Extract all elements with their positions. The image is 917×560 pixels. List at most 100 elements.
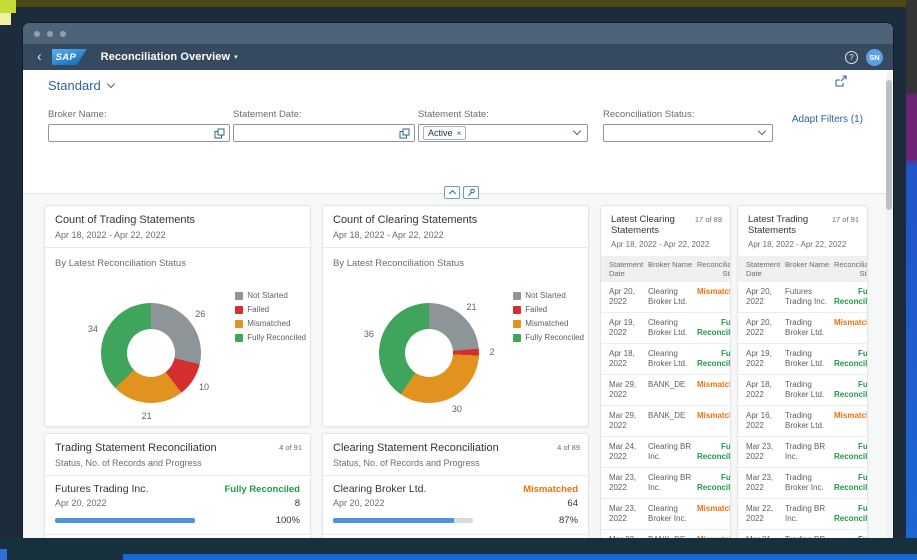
variant-selector[interactable]: Standard — [48, 78, 114, 93]
reconciliation-list-item[interactable]: Clearing Broker Ltd.MismatchedApr 20, 20… — [323, 476, 588, 535]
statement-row[interactable]: Mar 23, 2022Clearing BR Inc.Fully Reconc… — [601, 468, 730, 499]
broker-name-cell: Clearing Broker Inc. — [648, 504, 694, 524]
chart-legend: Not StartedFailedMismatchedFully Reconci… — [235, 291, 306, 347]
card-clearing-statement-reconciliation[interactable]: Clearing Statement Reconciliation 4 of 8… — [322, 433, 589, 540]
statement-date-cell: Apr 20, 2022 — [609, 287, 645, 307]
statement-row[interactable]: Mar 22, 2022Trading BR Inc.Fully Reconci… — [738, 499, 867, 530]
card-count-clearing-statements[interactable]: Count of Clearing Statements Apr 18, 202… — [322, 205, 589, 427]
statement-row[interactable]: Apr 20, 2022Trading Broker Ltd.Mismatche… — [738, 313, 867, 344]
statement-row[interactable]: Mar 23, 2022Clearing Broker Inc.Mismatch… — [601, 499, 730, 530]
window-control-icon[interactable] — [47, 31, 53, 37]
back-button[interactable]: ‹ — [37, 48, 42, 64]
statement-row[interactable]: Apr 20, 2022Futures Trading Inc.Fully Re… — [738, 282, 867, 313]
broker-name-input[interactable] — [53, 127, 211, 140]
window-titlebar — [23, 23, 893, 44]
filter-token-active[interactable]: Active × — [423, 126, 466, 140]
scrollbar-track[interactable] — [886, 72, 892, 539]
filter-reconciliation-status: Reconciliation Status: — [603, 109, 773, 142]
donut-value-label: 10 — [199, 382, 209, 392]
statement-row[interactable]: Apr 16, 2022Trading Broker Ltd.Mismatche… — [738, 406, 867, 437]
adapt-filters-link[interactable]: Adapt Filters (1) — [792, 114, 863, 125]
statement-row[interactable]: Apr 18, 2022Clearing Broker Ltd.Fully Re… — [601, 344, 730, 375]
progress-fill — [55, 518, 195, 523]
column-header[interactable]: Reconciliation Status — [834, 260, 868, 278]
legend-item: Not Started — [235, 291, 306, 300]
legend-label: Not Started — [247, 291, 287, 300]
card-latest-trading-statements[interactable]: Latest Trading Statements 17 of 91 Apr 1… — [737, 205, 868, 540]
reconciliation-status-cell: Mismatched — [697, 287, 731, 307]
share-icon[interactable] — [834, 75, 847, 88]
shell-header: ‹ SAP Reconciliation Overview ▾ ? SN — [23, 44, 893, 70]
chevron-down-icon[interactable] — [573, 127, 581, 135]
column-header[interactable]: Statement Date — [746, 260, 782, 278]
records-count: 8 — [295, 498, 300, 509]
statement-date-cell: Apr 18, 2022 — [746, 380, 782, 400]
card-subtitle: Status, No. of Records and Progress — [55, 458, 300, 468]
statement-row[interactable]: Apr 20, 2022Clearing Broker Ltd.Mismatch… — [601, 282, 730, 313]
reconciliation-status-cell: Fully Reconciled — [697, 442, 731, 462]
statement-row[interactable]: Mar 29, 2022BANK_DEMismatched — [601, 406, 730, 437]
statement-date-cell: Mar 23, 2022 — [609, 473, 645, 493]
dashboard: Count of Trading Statements Apr 18, 2022… — [23, 194, 893, 540]
sap-logo[interactable]: SAP — [52, 49, 87, 65]
chevron-down-icon[interactable] — [758, 127, 766, 135]
statement-row[interactable]: Apr 19, 2022Trading Broker Ltd.Fully Rec… — [738, 344, 867, 375]
reconciliation-status-cell: Mismatched — [834, 411, 868, 431]
broker-name-cell: Trading Broker Ltd. — [785, 349, 831, 369]
column-header[interactable]: Broker Name — [785, 260, 831, 278]
statement-date-input[interactable] — [238, 127, 396, 140]
collapse-filter-button[interactable] — [444, 186, 460, 199]
legend-swatch — [513, 334, 521, 342]
token-remove-icon[interactable]: × — [457, 128, 462, 138]
card-count-trading-statements[interactable]: Count of Trading Statements Apr 18, 2022… — [44, 205, 311, 427]
chart-dimension-label: By Latest Reconciliation Status — [45, 248, 310, 269]
column-header[interactable]: Reconciliation Status — [697, 260, 731, 278]
filter-broker-name: Broker Name: — [48, 109, 230, 142]
card-subtitle: Apr 18, 2022 - Apr 22, 2022 — [611, 240, 720, 249]
column-header[interactable]: Broker Name — [648, 260, 694, 278]
value-help-icon[interactable] — [214, 128, 225, 139]
reconciliation-list-item[interactable]: Futures Trading Inc.Fully ReconciledApr … — [45, 476, 310, 535]
clearing-donut-chart[interactable]: 2123036 — [379, 303, 479, 403]
reconciliation-status-input[interactable] — [608, 127, 754, 140]
donut-value-label: 21 — [467, 302, 477, 312]
legend-item: Fully Reconciled — [235, 333, 306, 342]
progress-percent: 87% — [559, 515, 578, 526]
broker-name-cell: BANK_DE — [648, 411, 694, 431]
statement-row[interactable]: Mar 23, 2022Trading BR Inc.Fully Reconci… — [738, 437, 867, 468]
app-title[interactable]: Reconciliation Overview — [101, 51, 230, 63]
statement-date-cell: Apr 20, 2022 — [746, 318, 782, 338]
window-control-icon[interactable] — [34, 31, 40, 37]
value-help-icon[interactable] — [399, 128, 410, 139]
user-avatar[interactable]: SN — [866, 49, 883, 66]
broker-name-cell: Trading BR Inc. — [785, 442, 831, 462]
chart-legend: Not StartedFailedMismatchedFully Reconci… — [513, 291, 584, 347]
card-latest-clearing-statements[interactable]: Latest Clearing Statements 17 of 89 Apr … — [600, 205, 731, 540]
help-icon[interactable]: ? — [845, 51, 858, 64]
trading-donut-chart[interactable]: 26102134 — [101, 303, 201, 403]
broker-name-cell: Trading BR Inc. — [785, 504, 831, 524]
card-title: Clearing Statement Reconciliation — [333, 442, 578, 454]
pin-filter-button[interactable] — [463, 186, 479, 199]
reconciliation-status-cell: Fully Reconciled — [834, 349, 868, 369]
app-title-dropdown-icon[interactable]: ▾ — [234, 53, 238, 61]
screen: ‹ SAP Reconciliation Overview ▾ ? SN Sta… — [0, 0, 917, 560]
statement-row[interactable]: Apr 18, 2022Trading Broker Ltd.Fully Rec… — [738, 375, 867, 406]
scrollbar-thumb[interactable] — [886, 80, 892, 210]
statement-row[interactable]: Mar 24, 2022Clearing BR Inc.Fully Reconc… — [601, 437, 730, 468]
filter-statement-date: Statement Date: — [233, 109, 415, 142]
statement-row[interactable]: Mar 23, 2022Trading Broker Inc.Fully Rec… — [738, 468, 867, 499]
broker-name-cell: Clearing BR Inc. — [648, 442, 694, 462]
window-control-icon[interactable] — [60, 31, 66, 37]
statement-date-cell: Apr 19, 2022 — [746, 349, 782, 369]
broker-name-cell: Trading Broker Ltd. — [785, 411, 831, 431]
broker-name-cell: Trading Broker Ltd. — [785, 318, 831, 338]
statement-row[interactable]: Apr 19, 2022Clearing Broker Ltd.Fully Re… — [601, 313, 730, 344]
broker-name: Futures Trading Inc. — [55, 483, 148, 495]
broker-name-cell: Clearing BR Inc. — [648, 473, 694, 493]
trading-reconciliation-list: Futures Trading Inc.Fully ReconciledApr … — [45, 476, 310, 540]
statement-row[interactable]: Mar 29, 2022BANK_DEMismatched — [601, 375, 730, 406]
column-header[interactable]: Statement Date — [609, 260, 645, 278]
card-trading-statement-reconciliation[interactable]: Trading Statement Reconciliation 4 of 91… — [44, 433, 311, 540]
reconciliation-status-cell: Fully Reconciled — [697, 349, 731, 369]
